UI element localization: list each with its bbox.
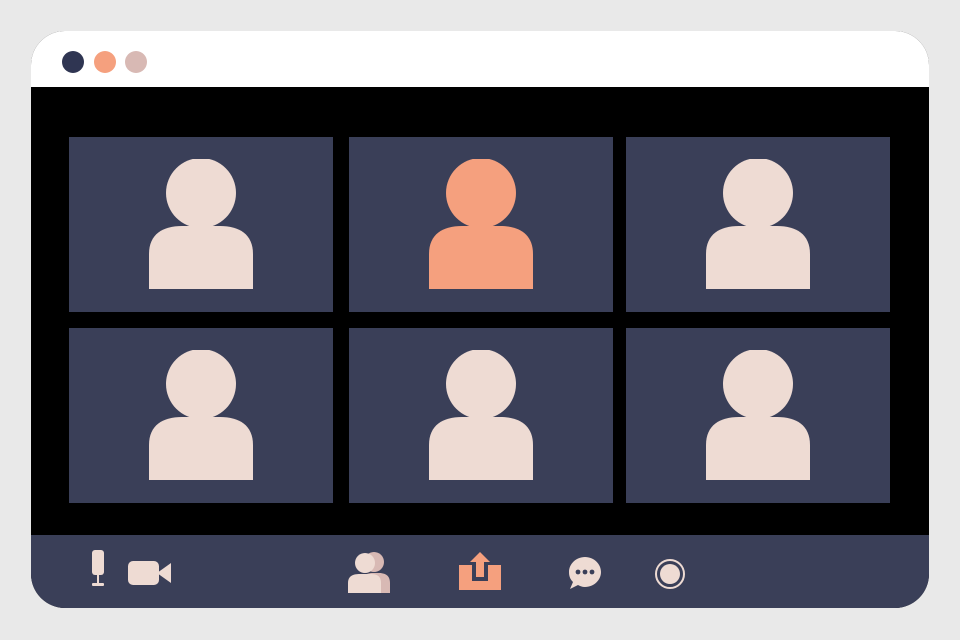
microphone-icon[interactable] bbox=[89, 549, 107, 589]
participants-icon[interactable] bbox=[347, 551, 391, 593]
participant-tile[interactable] bbox=[626, 137, 890, 312]
participant-avatar-icon bbox=[706, 159, 810, 289]
participant-tile[interactable] bbox=[69, 328, 333, 503]
participant-grid bbox=[31, 87, 929, 535]
participant-avatar-icon bbox=[429, 159, 533, 289]
participant-tile-active-speaker[interactable] bbox=[349, 137, 613, 312]
chat-icon[interactable] bbox=[567, 555, 603, 591]
record-icon[interactable] bbox=[654, 558, 686, 590]
participant-avatar-icon bbox=[149, 350, 253, 480]
maximize-window-button[interactable] bbox=[125, 51, 147, 73]
participant-avatar-icon bbox=[429, 350, 533, 480]
call-controls-toolbar bbox=[31, 535, 929, 608]
share-screen-icon[interactable] bbox=[458, 551, 502, 591]
minimize-window-button[interactable] bbox=[94, 51, 116, 73]
title-bar bbox=[31, 31, 929, 87]
participant-avatar-icon bbox=[706, 350, 810, 480]
video-camera-icon[interactable] bbox=[127, 560, 173, 586]
participant-tile[interactable] bbox=[626, 328, 890, 503]
close-window-button[interactable] bbox=[62, 51, 84, 73]
participant-tile[interactable] bbox=[349, 328, 613, 503]
participant-avatar-icon bbox=[149, 159, 253, 289]
participant-tile[interactable] bbox=[69, 137, 333, 312]
video-call-window bbox=[31, 31, 929, 608]
